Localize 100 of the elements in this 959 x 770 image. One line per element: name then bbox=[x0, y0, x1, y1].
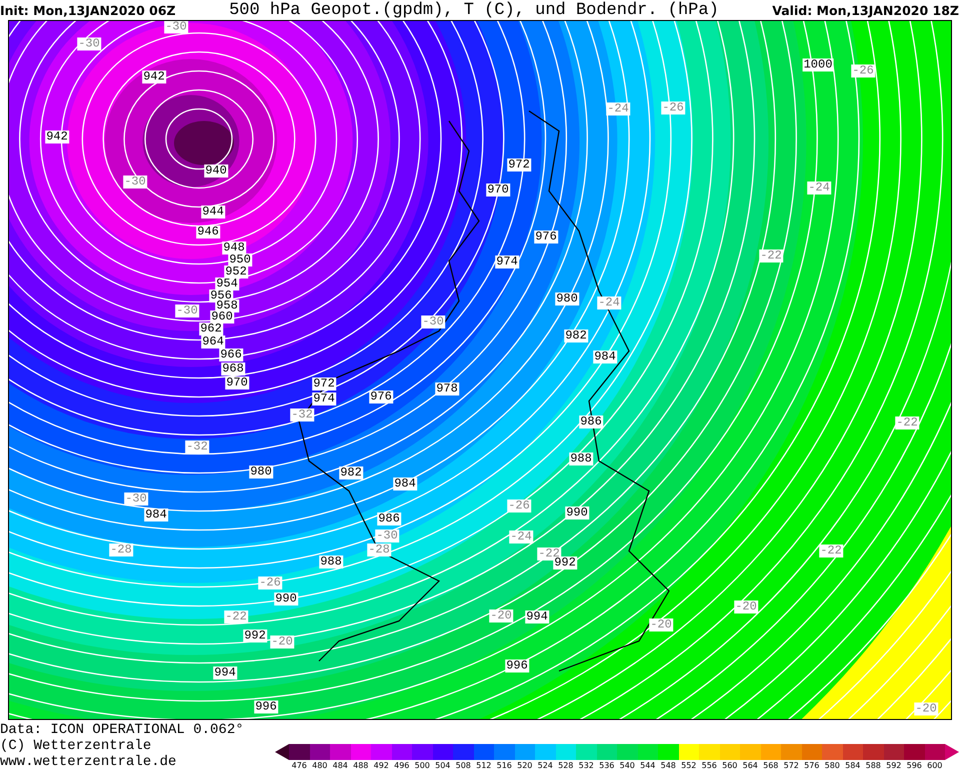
legend-label: 552 bbox=[680, 760, 698, 770]
pressure-label: 996 bbox=[254, 700, 278, 714]
pressure-label: 980 bbox=[555, 292, 579, 306]
pressure-label: 940 bbox=[204, 164, 228, 178]
temperature-label: -20 bbox=[734, 600, 758, 614]
legend-label: 488 bbox=[352, 760, 370, 770]
legend-label: 596 bbox=[906, 760, 923, 770]
legend-label: 528 bbox=[557, 760, 574, 770]
pressure-label: 964 bbox=[201, 336, 225, 348]
temperature-label: -28 bbox=[109, 544, 133, 556]
temperature-label: -30 bbox=[164, 21, 188, 34]
pressure-label: 970 bbox=[486, 184, 510, 196]
legend-label: 476 bbox=[290, 760, 308, 770]
legend-label: 540 bbox=[618, 760, 636, 770]
pressure-label: 944 bbox=[201, 206, 225, 218]
legend-label: 484 bbox=[332, 760, 349, 770]
pressure-label: 974 bbox=[495, 256, 519, 268]
pressure-label: 986 bbox=[579, 416, 603, 428]
pressure-label: 942 bbox=[142, 70, 166, 84]
legend-label: 584 bbox=[844, 760, 862, 770]
pressure-label: 960 bbox=[210, 310, 234, 324]
legend-label: 496 bbox=[393, 760, 410, 770]
pressure-label: 990 bbox=[565, 506, 589, 520]
legend-label: 592 bbox=[885, 760, 902, 770]
legend-label: 500 bbox=[414, 760, 431, 770]
pressure-label: 988 bbox=[569, 452, 593, 466]
temperature-label: -24 bbox=[509, 530, 533, 544]
pressure-label: 970 bbox=[225, 376, 249, 390]
pressure-label: 984 bbox=[393, 478, 417, 490]
pressure-label: 976 bbox=[534, 230, 558, 244]
legend-label: 544 bbox=[639, 760, 656, 770]
pressure-label: 954 bbox=[215, 278, 239, 290]
legend-label: 508 bbox=[454, 760, 472, 770]
temperature-label: -30 bbox=[421, 316, 445, 328]
pressure-label: 972 bbox=[507, 158, 531, 172]
map-title: 500 hPa Geopot.(gpdm), T (C), und Bodendr. (hPa) bbox=[229, 0, 719, 20]
temperature-label: -24 bbox=[606, 102, 630, 116]
pressure-label: 986 bbox=[377, 512, 401, 526]
temperature-label: -32 bbox=[290, 408, 314, 422]
legend-label: 524 bbox=[536, 760, 554, 770]
temperature-label: -24 bbox=[597, 296, 621, 310]
legend-label: 556 bbox=[700, 760, 718, 770]
temperature-label: -22 bbox=[224, 610, 248, 624]
temperature-label: -26 bbox=[851, 64, 875, 78]
temperature-label: -20 bbox=[270, 636, 294, 648]
legend-label: 576 bbox=[803, 760, 820, 770]
pressure-label: 966 bbox=[219, 348, 243, 362]
pressure-label: 942 bbox=[45, 130, 69, 144]
temperature-label: -30 bbox=[123, 176, 147, 188]
temperature-label: -30 bbox=[124, 492, 148, 506]
temperature-label: -28 bbox=[367, 544, 391, 556]
pressure-label: 952 bbox=[224, 266, 248, 278]
pressure-label: 976 bbox=[369, 390, 393, 404]
temperature-label: -30 bbox=[175, 304, 199, 318]
legend-label: 492 bbox=[372, 760, 390, 770]
pressure-label: 948 bbox=[222, 242, 246, 254]
pressure-label: 1000 bbox=[802, 58, 834, 72]
pressure-label: 994 bbox=[525, 610, 549, 624]
pressure-label: 978 bbox=[435, 382, 459, 396]
legend-label: 568 bbox=[762, 760, 780, 770]
pressure-label: 972 bbox=[312, 378, 336, 390]
legend-label: 520 bbox=[516, 760, 534, 770]
temperature-label: -30 bbox=[77, 38, 101, 50]
temperature-label: -26 bbox=[507, 500, 531, 512]
pressure-label: 984 bbox=[593, 350, 617, 364]
legend-label: 504 bbox=[434, 760, 452, 770]
legend-label: 580 bbox=[824, 760, 841, 770]
legend-label: 572 bbox=[782, 760, 800, 770]
pressure-label: 958 bbox=[215, 300, 239, 312]
temperature-label: -22 bbox=[759, 250, 783, 262]
init-time: Init: Mon,13JAN2020 06Z bbox=[0, 2, 176, 18]
temperature-label: -24 bbox=[807, 182, 831, 194]
temperature-label: -30 bbox=[375, 530, 399, 542]
temperature-label: -26 bbox=[258, 576, 282, 590]
pressure-label: 996 bbox=[505, 660, 529, 672]
legend-label: 548 bbox=[660, 760, 677, 770]
temperature-label: -20 bbox=[649, 618, 673, 632]
pressure-label: 968 bbox=[221, 362, 245, 376]
credit-text: www.wetterzentrale.de bbox=[0, 754, 178, 770]
temperature-label: -20 bbox=[914, 702, 938, 716]
temperature-label: -20 bbox=[489, 610, 513, 622]
legend-label: 512 bbox=[475, 760, 492, 770]
legend-left-arrow-icon bbox=[275, 744, 289, 760]
pressure-label: 962 bbox=[199, 322, 223, 336]
pressure-label: 984 bbox=[144, 508, 168, 522]
legend-label: 480 bbox=[311, 760, 328, 770]
pressure-label: 982 bbox=[564, 330, 588, 342]
legend-label: 588 bbox=[864, 760, 882, 770]
temperature-label: -32 bbox=[185, 440, 209, 454]
temperature-label: -22 bbox=[819, 544, 843, 558]
pressure-label: 982 bbox=[339, 466, 363, 480]
credit-text: (C) Wetterzentrale bbox=[0, 738, 152, 754]
legend-label: 532 bbox=[578, 760, 595, 770]
pressure-label: 994 bbox=[213, 666, 237, 680]
pressure-label: 950 bbox=[228, 254, 252, 266]
pressure-label: 988 bbox=[319, 556, 343, 568]
valid-time: Valid: Mon,13JAN2020 18Z bbox=[772, 2, 959, 18]
pressure-label: 980 bbox=[249, 466, 273, 478]
legend-label: 600 bbox=[926, 760, 944, 770]
legend-label: 516 bbox=[496, 760, 513, 770]
